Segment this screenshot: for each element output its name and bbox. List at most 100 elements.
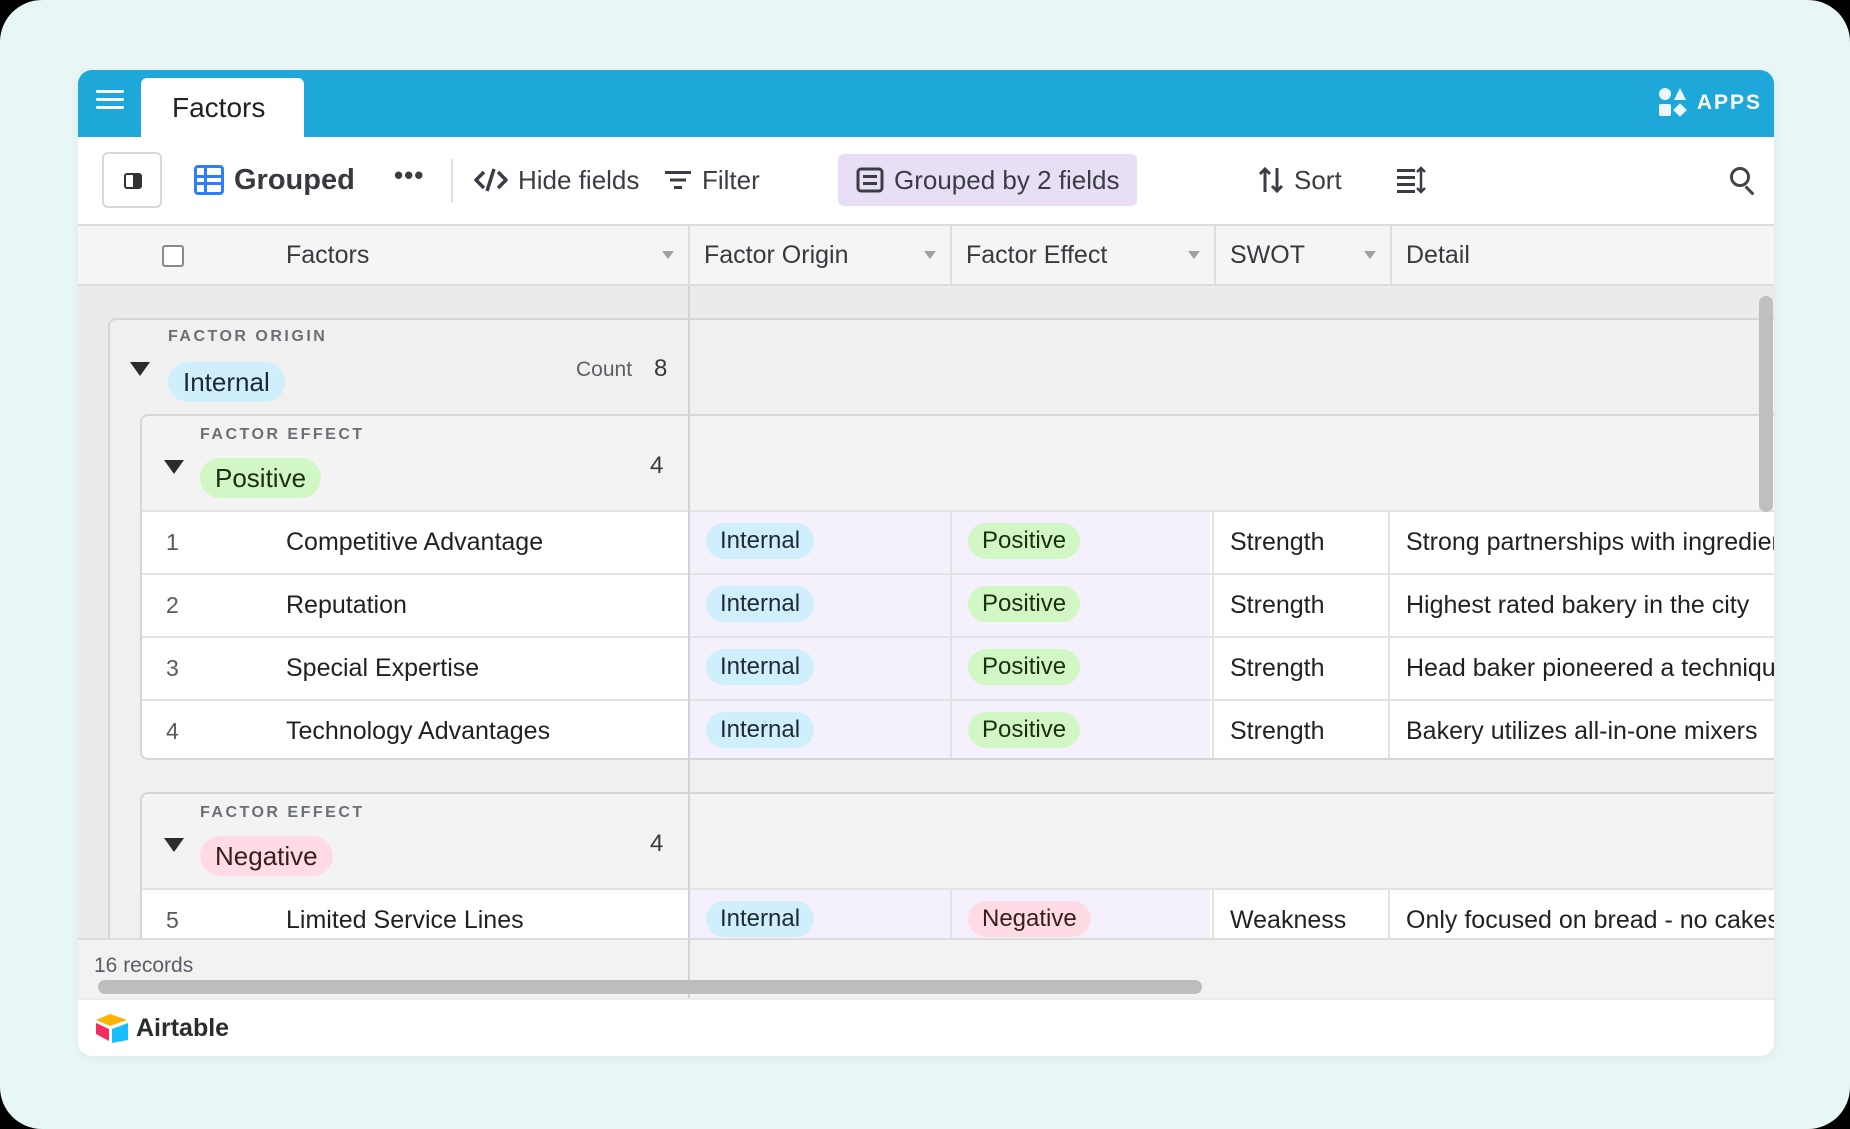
effect-pill: Negative [200, 836, 333, 876]
vertical-scrollbar[interactable] [1759, 296, 1773, 512]
column-header-label: Factor Effect [966, 241, 1108, 269]
group-factor-effect-negative: FACTOR EFFECT Negative 4 5 Limited Servi… [140, 792, 1774, 938]
column-header-label: Factors [286, 241, 370, 269]
airtable-app: Factors APPS Grouped ••• Hide fields Fil… [78, 70, 1774, 1056]
view-name: Grouped [234, 163, 355, 196]
cell-detail[interactable]: Bakery utilizes all-in-one mixers [1406, 701, 1774, 758]
cell-factor-origin[interactable]: Internal [706, 712, 815, 748]
grid-view-icon [194, 165, 224, 195]
filter-button[interactable]: Filter [664, 157, 760, 203]
group-field-label: FACTOR ORIGIN [168, 328, 328, 345]
column-header-swot[interactable]: SWOT [1216, 226, 1392, 284]
column-header-factor-origin[interactable]: Factor Origin [690, 226, 952, 284]
horizontal-scrollbar[interactable] [98, 980, 1202, 994]
group-field-label: FACTOR EFFECT [200, 426, 365, 443]
cell-factor-name[interactable]: Competitive Advantage [286, 512, 543, 573]
apps-icon [1658, 88, 1687, 118]
group-label: Grouped by 2 fields [894, 164, 1120, 195]
chevron-down-icon[interactable] [924, 251, 936, 259]
cell-factor-name[interactable]: Reputation [286, 575, 407, 636]
column-header-detail[interactable]: Detail [1392, 226, 1774, 284]
cell-factor-effect[interactable]: Positive [968, 712, 1081, 748]
airtable-logo-icon [96, 1014, 128, 1043]
hide-fields-button[interactable]: Hide fields [474, 157, 639, 203]
table-row[interactable]: 2 Reputation Internal Positive Strength … [142, 573, 1774, 636]
cell-swot[interactable]: Strength [1230, 512, 1325, 573]
record-count: 16 records [94, 954, 194, 977]
table-row[interactable]: 1 Competitive Advantage Internal Positiv… [142, 510, 1774, 573]
column-header-label: Detail [1406, 241, 1470, 269]
grid-footer: 16 records [78, 938, 1774, 1000]
group-factor-effect-positive: FACTOR EFFECT Positive 4 1 Competitive A… [140, 414, 1774, 760]
hide-fields-icon [474, 168, 508, 192]
sidebar-toggle-button[interactable] [102, 152, 162, 208]
cell-detail[interactable]: Highest rated bakery in the city [1406, 575, 1774, 636]
collapse-group-icon[interactable] [130, 362, 150, 376]
sidebar-icon [124, 173, 142, 189]
origin-pill: Internal [168, 362, 285, 402]
column-header-factor-effect[interactable]: Factor Effect [952, 226, 1216, 284]
cell-swot[interactable]: Strength [1230, 575, 1325, 636]
sort-icon [1258, 166, 1284, 194]
cell-swot[interactable]: Strength [1230, 701, 1325, 758]
cell-factor-effect[interactable]: Positive [968, 586, 1081, 622]
cell-factor-name[interactable]: Technology Advantages [286, 701, 550, 758]
cell-detail[interactable]: Strong partnerships with ingredient [1406, 512, 1774, 573]
table-row[interactable]: 4 Technology Advantages Internal Positiv… [142, 699, 1774, 758]
cell-factor-effect[interactable]: Positive [968, 523, 1081, 559]
chevron-down-icon[interactable] [1188, 251, 1200, 259]
cell-factor-origin[interactable]: Internal [706, 649, 815, 685]
table-row[interactable]: 3 Special Expertise Internal Positive St… [142, 636, 1774, 699]
brand-bar: Airtable [78, 998, 1774, 1056]
group-icon [856, 167, 884, 193]
cell-factor-origin[interactable]: Internal [706, 901, 815, 937]
group-field-label: FACTOR EFFECT [200, 804, 365, 821]
chevron-down-icon[interactable] [1364, 251, 1376, 259]
sort-button[interactable]: Sort [1258, 157, 1342, 203]
effect-pill: Positive [200, 458, 322, 498]
row-number: 3 [166, 655, 179, 681]
chevron-down-icon[interactable] [662, 251, 674, 259]
search-icon[interactable] [1728, 165, 1758, 196]
group-count-label: Count [576, 358, 633, 381]
view-toolbar: Grouped ••• Hide fields Filter Grouped b… [78, 137, 1774, 226]
sort-label: Sort [1294, 164, 1342, 195]
tab-factors[interactable]: Factors [141, 78, 304, 137]
table-row[interactable]: 5 Limited Service Lines Internal Negativ… [142, 888, 1774, 938]
collapse-group-icon[interactable] [164, 460, 184, 474]
group-button[interactable]: Grouped by 2 fields [838, 154, 1138, 206]
column-header-factors[interactable]: Factors [78, 226, 690, 284]
collapse-group-icon[interactable] [164, 838, 184, 852]
cell-factor-effect[interactable]: Negative [968, 901, 1091, 937]
group-value: Negative [200, 836, 333, 876]
filter-label: Filter [702, 164, 760, 195]
brand-name: Airtable [136, 1014, 230, 1042]
apps-label: APPS [1696, 91, 1762, 114]
row-height-button[interactable] [1396, 157, 1426, 203]
toolbar-divider [451, 159, 453, 203]
cell-detail[interactable]: Only focused on bread - no cakes [1406, 890, 1774, 938]
cell-swot[interactable]: Strength [1230, 638, 1325, 699]
row-number: 4 [166, 718, 179, 744]
column-header-label: SWOT [1230, 241, 1305, 269]
column-header-label: Factor Origin [704, 241, 849, 269]
view-switcher[interactable]: Grouped [194, 157, 355, 203]
cell-factor-origin[interactable]: Internal [706, 523, 815, 559]
top-bar: Factors APPS [78, 70, 1774, 137]
hamburger-menu-icon[interactable] [96, 90, 124, 114]
cell-factor-origin[interactable]: Internal [706, 586, 815, 622]
cell-factor-name[interactable]: Special Expertise [286, 638, 479, 699]
cell-detail[interactable]: Head baker pioneered a technique [1406, 638, 1774, 699]
cell-swot[interactable]: Weakness [1230, 890, 1346, 938]
view-more-button[interactable]: ••• [394, 162, 424, 188]
grid-header: Factors Factor Origin Factor Effect SWOT… [78, 226, 1774, 286]
filter-icon [665, 171, 691, 189]
hide-fields-label: Hide fields [518, 164, 640, 195]
apps-button[interactable]: APPS [1658, 87, 1762, 119]
cell-factor-name[interactable]: Limited Service Lines [286, 890, 524, 938]
row-height-icon [1397, 166, 1426, 194]
cell-factor-effect[interactable]: Positive [968, 649, 1081, 685]
row-number: 5 [166, 907, 179, 933]
group-factor-origin-internal: FACTOR ORIGIN Internal Count 8 FACTOR EF… [108, 318, 1774, 938]
frozen-column-divider [688, 286, 690, 938]
